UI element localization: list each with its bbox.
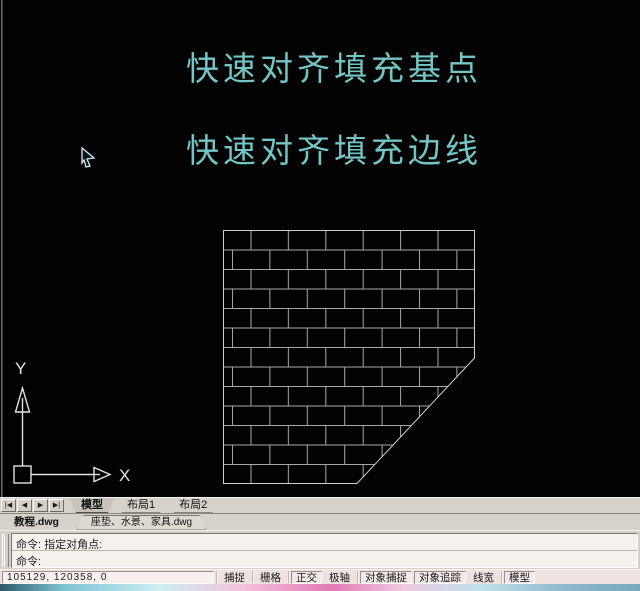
- doc-tab-inactive[interactable]: 座垫、水景、家具.dwg: [77, 515, 206, 530]
- command-prompt-line[interactable]: 命令:: [12, 551, 637, 568]
- tab-model[interactable]: 模型: [69, 498, 115, 513]
- mouse-cursor-icon: [81, 147, 96, 168]
- brick-hatch-polygon[interactable]: [223, 230, 476, 485]
- ucs-icon: Y X: [13, 359, 130, 485]
- ucs-y-label: Y: [15, 359, 26, 378]
- command-history-line: 命令: 指定对角点:: [12, 534, 637, 551]
- toggle-polar[interactable]: 极轴: [324, 571, 355, 584]
- toggle-snap[interactable]: 捕捉: [219, 571, 250, 584]
- command-window-grip[interactable]: [2, 534, 9, 567]
- drawing-canvas[interactable]: 快速对齐填充基点 快速对齐填充边线 Y X: [0, 0, 640, 497]
- tab-nav-prev-icon[interactable]: ◀: [17, 499, 32, 512]
- divider: [501, 571, 502, 583]
- layout-tabs: 模型 布局1 布局2: [69, 498, 219, 513]
- status-bar: 105129, 120358, 0 捕捉 栅格 正交 极轴 对象捕捉 对象追踪 …: [0, 569, 640, 584]
- toggle-ortho[interactable]: 正交: [291, 570, 322, 584]
- autocad-window: 快速对齐填充基点 快速对齐填充边线 Y X |◀ ◀ ▶ ▶| 模型 布局1 布…: [0, 0, 640, 591]
- tab-nav-next-icon[interactable]: ▶: [33, 499, 48, 512]
- toggle-model-space[interactable]: 模型: [504, 570, 535, 584]
- tab-layout1[interactable]: 布局1: [115, 498, 167, 513]
- cad-annotation-basepoint: 快速对齐填充基点: [186, 50, 482, 87]
- command-text-area[interactable]: 命令: 指定对角点: 命令:: [11, 533, 638, 568]
- divider: [357, 571, 358, 583]
- divider: [216, 571, 217, 583]
- divider: [288, 571, 289, 583]
- tab-nav-first-icon[interactable]: |◀: [1, 499, 16, 512]
- divider: [252, 571, 253, 583]
- doc-tab-active[interactable]: 教程.dwg: [0, 515, 73, 530]
- toggle-lineweight[interactable]: 线宽: [468, 571, 499, 584]
- tab-nav-last-icon[interactable]: ▶|: [49, 499, 64, 512]
- canvas-left-border: [1, 0, 3, 497]
- layout-tabbar: |◀ ◀ ▶ ▶| 模型 布局1 布局2: [0, 497, 640, 513]
- toggle-grid[interactable]: 栅格: [255, 571, 286, 584]
- ucs-x-label: X: [119, 466, 130, 485]
- document-tabbar: 教程.dwg 座垫、水景、家具.dwg: [0, 513, 640, 530]
- command-window: 命令: 指定对角点: 命令:: [0, 530, 640, 569]
- toggle-otrack[interactable]: 对象追踪: [414, 570, 466, 584]
- tab-layout2[interactable]: 布局2: [167, 498, 219, 513]
- toggle-osnap[interactable]: 对象捕捉: [360, 570, 412, 584]
- coordinate-readout: 105129, 120358, 0: [2, 570, 214, 584]
- desktop-strip: [0, 584, 640, 591]
- cad-annotation-edgeline: 快速对齐填充边线: [186, 132, 482, 169]
